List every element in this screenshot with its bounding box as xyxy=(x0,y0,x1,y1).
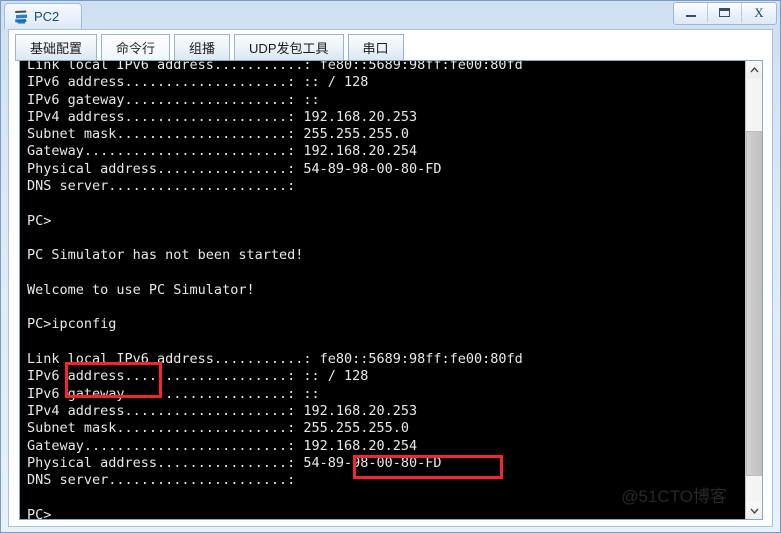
terminal-line: IPv4 address....................: 192.16… xyxy=(27,108,418,125)
scrollbar-thumb[interactable] xyxy=(746,131,762,476)
terminal-text: Link local IPv6 address...........: fe80… xyxy=(27,61,523,519)
terminal-line: PC>ipconfig xyxy=(27,316,117,333)
terminal-panel: Link local IPv6 address...........: fe80… xyxy=(19,60,763,520)
pc2-window: PC2 X 基础配置 命令行 组播 UDP发包工具 串口 Link local … xyxy=(0,0,781,533)
terminal-line: PC> xyxy=(27,212,52,229)
terminal-line: Gateway.........................: 192.16… xyxy=(27,143,418,160)
window-title-tab[interactable]: PC2 xyxy=(4,3,82,29)
terminal-line: Link local IPv6 address...........: fe80… xyxy=(27,351,523,368)
scroll-down-button[interactable] xyxy=(746,502,762,519)
terminal-line: PC Simulator has not been started! xyxy=(27,247,304,264)
terminal-line: DNS server......................: xyxy=(27,472,296,489)
close-icon: X xyxy=(754,5,764,20)
terminal-line: Subnet mask.....................: 255.25… xyxy=(27,420,410,437)
terminal-line: PC> xyxy=(27,506,52,519)
terminal-line: Gateway.........................: 192.16… xyxy=(27,437,418,454)
terminal-line: DNS server......................: xyxy=(27,178,296,195)
window-title: PC2 xyxy=(34,9,60,24)
client-area: 基础配置 命令行 组播 UDP发包工具 串口 Link local IPv6 a… xyxy=(8,29,773,527)
terminal-scrollbar[interactable] xyxy=(745,61,762,519)
tab-serial-port[interactable]: 串口 xyxy=(347,34,404,61)
terminal-line: Link local IPv6 address...........: fe80… xyxy=(27,61,523,73)
terminal-line: Physical address................: 54-89-… xyxy=(27,160,442,177)
tab-command-line[interactable]: 命令行 xyxy=(101,34,171,61)
scroll-up-button[interactable] xyxy=(746,61,762,78)
scrollbar-track[interactable] xyxy=(746,78,762,502)
tab-multicast[interactable]: 组播 xyxy=(174,34,231,61)
pc-device-icon xyxy=(13,9,29,25)
tab-udp-packet-tool[interactable]: UDP发包工具 xyxy=(234,34,344,61)
chevron-up-icon xyxy=(749,66,759,72)
terminal-line: Subnet mask.....................: 255.25… xyxy=(27,126,410,143)
tab-basic-config[interactable]: 基础配置 xyxy=(15,34,98,61)
terminal-line: IPv6 address....................: :: / 1… xyxy=(27,368,369,385)
terminal-line: IPv6 gateway....................: :: xyxy=(27,385,320,402)
tab-strip: 基础配置 命令行 组播 UDP发包工具 串口 xyxy=(15,34,404,63)
terminal-output[interactable]: Link local IPv6 address...........: fe80… xyxy=(20,61,747,519)
window-controls: X xyxy=(673,2,777,25)
maximize-button[interactable] xyxy=(708,3,742,22)
terminal-line: IPv4 address....................: 192.16… xyxy=(27,402,418,419)
terminal-line: IPv6 gateway....................: :: xyxy=(27,91,320,108)
maximize-icon xyxy=(719,8,730,17)
title-bar: PC2 X xyxy=(1,1,780,29)
terminal-line: IPv6 address....................: :: / 1… xyxy=(27,74,369,91)
terminal-line: Welcome to use PC Simulator! xyxy=(27,281,255,298)
close-button[interactable]: X xyxy=(742,3,776,22)
chevron-down-icon xyxy=(749,508,759,514)
terminal-line: Physical address................: 54-89-… xyxy=(27,454,442,471)
watermark: @51CTO博客 xyxy=(621,487,727,506)
minimize-button[interactable] xyxy=(674,3,708,22)
minimize-icon xyxy=(685,14,696,17)
